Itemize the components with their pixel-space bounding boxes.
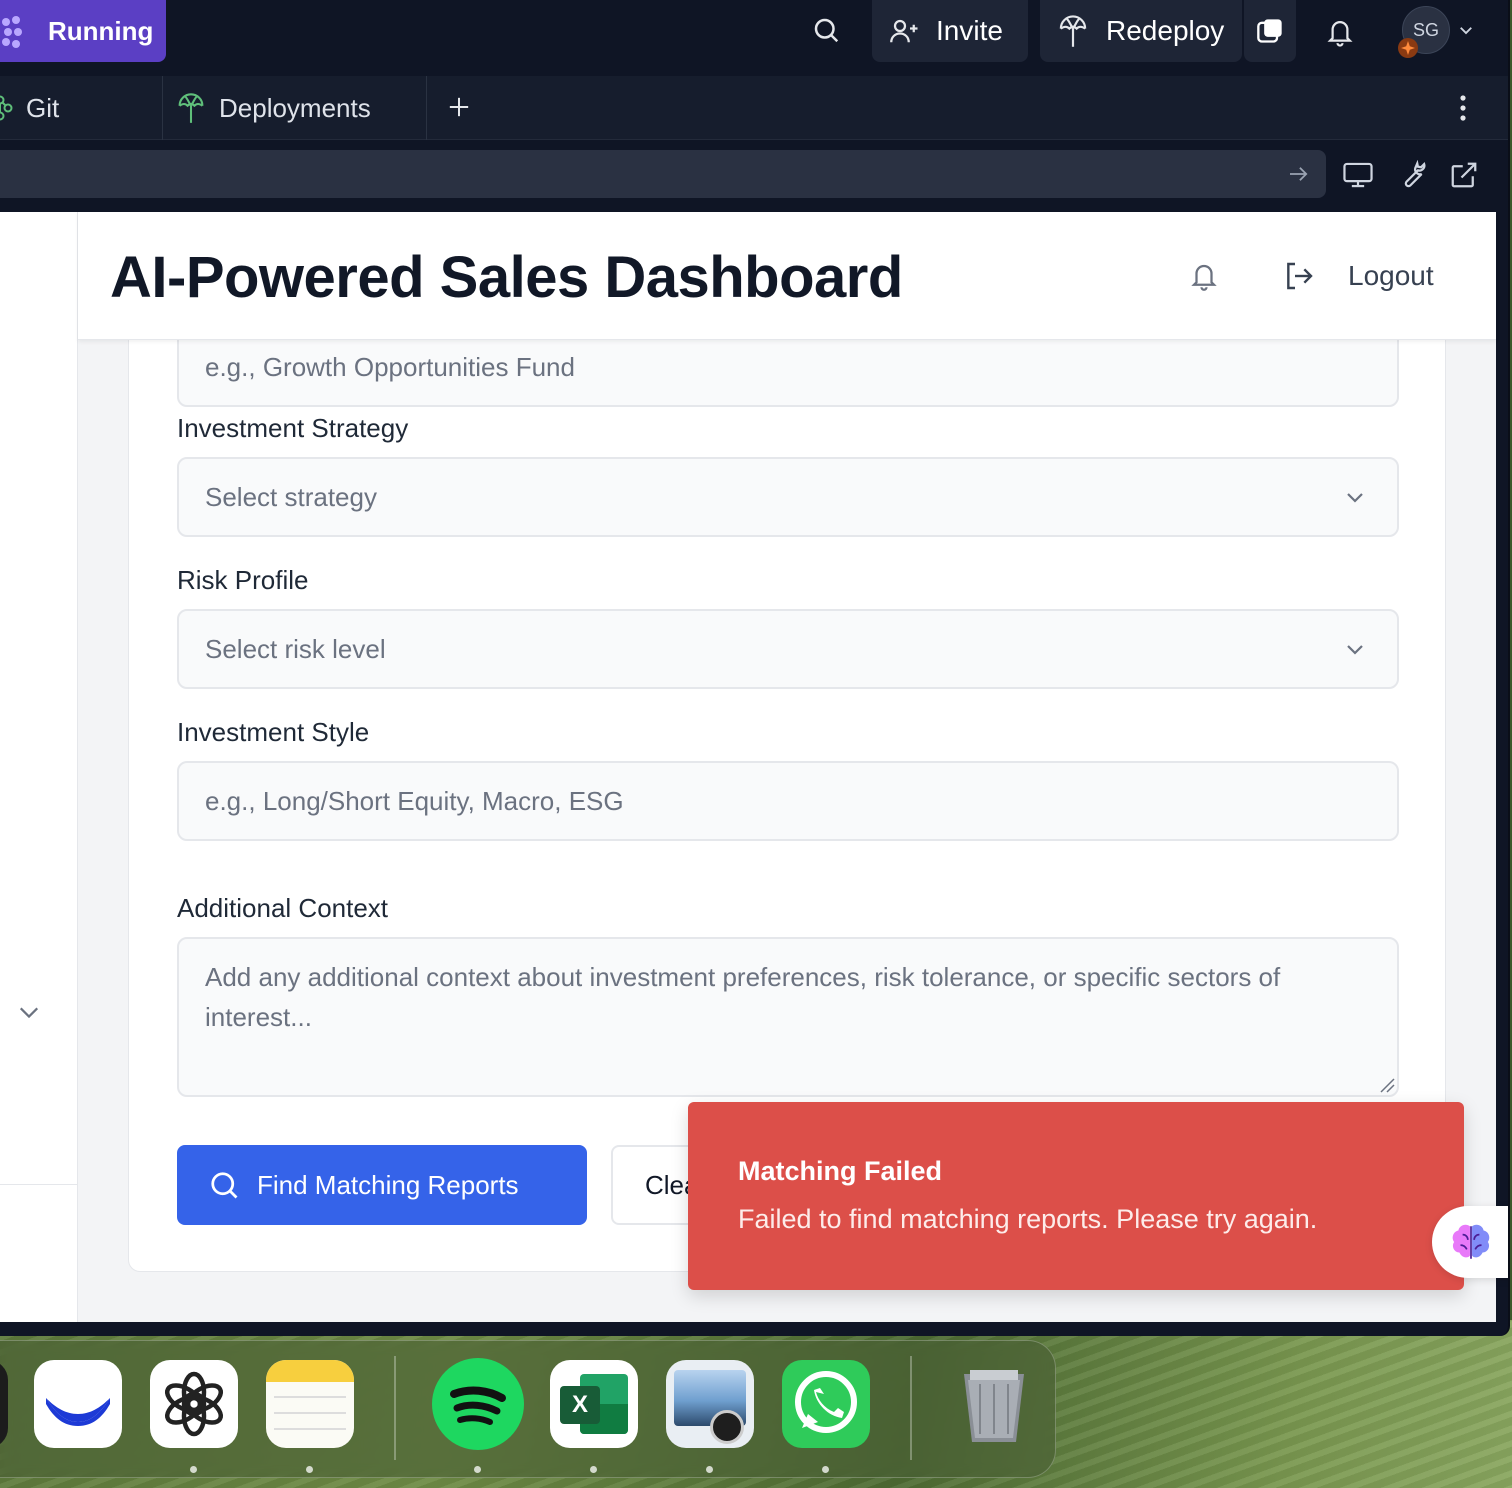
dock-running-indicator (306, 1466, 313, 1473)
strategy-label: Investment Strategy (177, 413, 409, 443)
error-toast: Matching Failed Failed to find matching … (688, 1102, 1464, 1290)
dock-whatsapp-icon[interactable] (782, 1360, 870, 1448)
dock-running-indicator (706, 1466, 713, 1473)
window-mode-button[interactable] (1244, 0, 1296, 62)
dock-running-indicator (190, 1466, 197, 1473)
go-arrow-icon[interactable] (1286, 162, 1312, 186)
dock-excel-icon[interactable]: X (550, 1360, 638, 1448)
logout-button[interactable]: Logout (1348, 260, 1434, 292)
page-header: AI-Powered Sales Dashboard Logout (78, 212, 1496, 340)
risk-profile-select[interactable]: Select risk level (177, 609, 1399, 689)
strategy-select-value: Select strategy (205, 481, 377, 512)
tab-git-label: Git (26, 92, 60, 123)
dock-spotify-icon[interactable] (432, 1358, 524, 1450)
additional-context-label: Additional Context (177, 893, 389, 923)
devices-monitor-icon[interactable] (1340, 158, 1376, 192)
deploy-icon (1059, 15, 1087, 47)
dock-chatgpt-icon[interactable] (150, 1360, 238, 1448)
search-icon[interactable] (806, 10, 846, 50)
redeploy-label: Redeploy (1106, 15, 1225, 46)
risk-profile-label: Risk Profile (177, 565, 309, 595)
git-icon (0, 95, 13, 121)
running-label: Running (48, 16, 154, 46)
running-status-button[interactable]: Running (0, 0, 166, 62)
resize-handle-icon[interactable] (1379, 1077, 1395, 1093)
redeploy-button[interactable]: Redeploy (1040, 0, 1242, 62)
user-plus-icon (890, 19, 918, 43)
tab-bar: Git Deployments (0, 76, 1508, 140)
account-chevron-down-icon[interactable] (1454, 18, 1478, 42)
logout-icon[interactable] (1282, 258, 1316, 294)
app-window: Running Invite Redeploy SG Git Deploymen… (0, 0, 1510, 1336)
invite-button[interactable]: Invite (872, 0, 1028, 62)
invite-label: Invite (936, 15, 1003, 46)
dock-app-partial[interactable] (0, 1360, 8, 1448)
open-external-icon[interactable] (1446, 158, 1482, 192)
additional-context-textarea[interactable]: Add any additional context about investm… (177, 937, 1399, 1097)
toast-description: Failed to find matching reports. Please … (738, 1204, 1318, 1234)
chevron-down-icon (1347, 645, 1363, 655)
search-icon (211, 1172, 238, 1199)
dock-notes-icon[interactable] (266, 1360, 354, 1448)
dock-preview-icon[interactable] (666, 1360, 754, 1448)
toast-title: Matching Failed (738, 1156, 943, 1186)
sparkle-badge-icon (1398, 38, 1418, 58)
deployments-icon (178, 93, 204, 123)
dock-running-indicator (822, 1466, 829, 1473)
notifications-bell-icon[interactable] (1320, 12, 1360, 52)
dock-cursor-icon[interactable] (34, 1360, 122, 1448)
brain-icon (1452, 1224, 1490, 1259)
dock-separator (394, 1356, 396, 1460)
app-sidebar (0, 212, 78, 1322)
more-options-icon[interactable] (1450, 92, 1476, 124)
copy-window-icon (1257, 19, 1282, 43)
risk-profile-select-value: Select risk level (205, 633, 386, 664)
dock-trash-icon[interactable] (950, 1360, 1038, 1448)
new-tab-plus-icon[interactable] (444, 92, 474, 122)
sidebar-divider (0, 1184, 78, 1185)
tab-divider (426, 76, 427, 140)
investment-style-input[interactable]: e.g., Long/Short Equity, Macro, ESG (177, 761, 1399, 841)
tab-deployments[interactable]: Deployments (163, 76, 425, 140)
strategy-select[interactable]: Select strategy (177, 457, 1399, 537)
ai-assistant-button[interactable] (1432, 1206, 1508, 1278)
investment-style-label: Investment Style (177, 717, 370, 747)
find-button-label: Find Matching Reports (257, 1169, 519, 1200)
find-matching-reports-button[interactable]: Find Matching Reports (177, 1145, 587, 1225)
page-title: AI-Powered Sales Dashboard (110, 245, 903, 310)
dock-running-indicator (474, 1466, 481, 1473)
tab-git[interactable]: Git (0, 76, 162, 140)
replit-logo-icon (2, 16, 22, 48)
header-bell-icon[interactable] (1186, 256, 1222, 296)
sidebar-chevron-down-icon[interactable] (14, 1000, 44, 1024)
devtools-wrench-icon[interactable] (1394, 158, 1430, 192)
dock-running-indicator (590, 1466, 597, 1473)
chevron-down-icon (1347, 493, 1363, 503)
top-bar: Running Invite Redeploy SG (0, 0, 1508, 76)
url-bar[interactable] (0, 150, 1326, 198)
dock-separator (910, 1356, 912, 1460)
tab-deployments-label: Deployments (219, 92, 371, 123)
